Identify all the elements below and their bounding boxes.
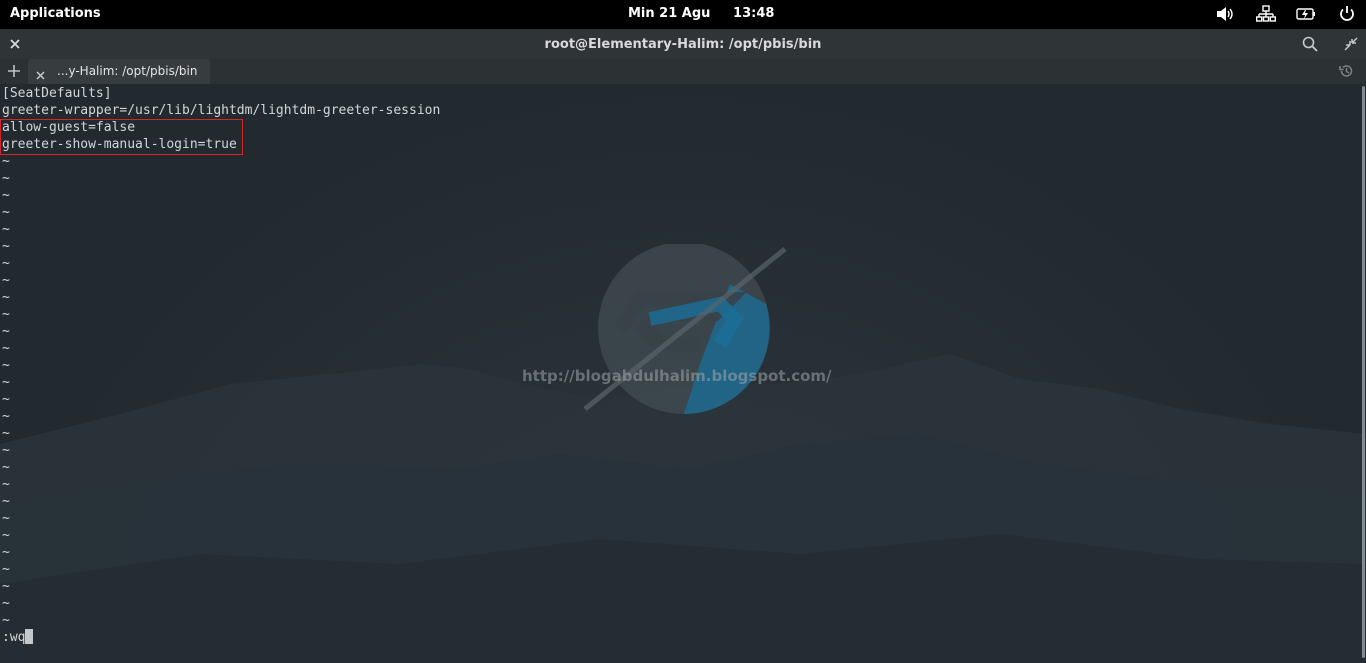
- empty-line-marker: ~: [2, 239, 10, 254]
- terminal-view[interactable]: http://blogabdulhalim.blogspot.com/ [Sea…: [0, 84, 1366, 663]
- watermark-logo: [583, 244, 787, 414]
- empty-line-marker: ~: [2, 222, 10, 237]
- file-line: [SeatDefaults]: [2, 86, 112, 101]
- command-text: :wq: [2, 630, 26, 645]
- text-cursor: [25, 629, 34, 644]
- empty-line-marker: ~: [2, 358, 10, 373]
- empty-line-marker: ~: [2, 528, 10, 543]
- network-icon[interactable]: [1255, 5, 1277, 23]
- empty-line-marker: ~: [2, 256, 10, 271]
- empty-line-marker: ~: [2, 426, 10, 441]
- tab-close-icon[interactable]: [35, 66, 46, 80]
- window-titlebar: root@Elementary-Halim: /opt/pbis/bin: [0, 29, 1366, 59]
- date-time[interactable]: Min 21 Agu 13:48: [628, 6, 774, 21]
- tab-label: ...y-Halim: /opt/pbis/bin: [57, 64, 198, 78]
- empty-line-marker: ~: [2, 290, 10, 305]
- empty-line-marker: ~: [2, 341, 10, 356]
- empty-line-marker: ~: [2, 154, 10, 169]
- empty-line-marker: ~: [2, 171, 10, 186]
- empty-line-marker: ~: [2, 375, 10, 390]
- empty-line-marker: ~: [2, 307, 10, 322]
- empty-line-marker: ~: [2, 477, 10, 492]
- tab-bar: ...y-Halim: /opt/pbis/bin: [0, 59, 1366, 84]
- empty-line-marker: ~: [2, 494, 10, 509]
- power-icon[interactable]: [1337, 5, 1357, 23]
- empty-line-marker: ~: [2, 511, 10, 526]
- tab-terminal[interactable]: ...y-Halim: /opt/pbis/bin: [28, 59, 210, 84]
- empty-line-marker: ~: [2, 579, 10, 594]
- empty-line-marker: ~: [2, 443, 10, 458]
- new-tab-icon[interactable]: [6, 63, 22, 79]
- empty-line-marker: ~: [2, 273, 10, 288]
- empty-line-marker: ~: [2, 205, 10, 220]
- empty-line-marker: ~: [2, 324, 10, 339]
- watermark-url: http://blogabdulhalim.blogspot.com/: [522, 367, 832, 385]
- file-line: greeter-wrapper=/usr/lib/lightdm/lightdm…: [2, 103, 441, 118]
- search-icon[interactable]: [1301, 35, 1319, 53]
- battery-icon[interactable]: [1296, 5, 1316, 23]
- empty-line-marker: ~: [2, 613, 10, 628]
- empty-line-marker: ~: [2, 188, 10, 203]
- volume-icon[interactable]: [1215, 5, 1235, 23]
- restore-icon[interactable]: [1342, 35, 1360, 53]
- empty-line-marker: ~: [2, 545, 10, 560]
- scrollbar[interactable]: [1362, 86, 1365, 658]
- empty-line-marker: ~: [2, 562, 10, 577]
- empty-line-marker: ~: [2, 460, 10, 475]
- highlight-box: [0, 119, 243, 155]
- history-icon[interactable]: [1338, 63, 1354, 79]
- window-title: root@Elementary-Halim: /opt/pbis/bin: [544, 37, 822, 52]
- empty-line-marker: ~: [2, 596, 10, 611]
- empty-line-marker: ~: [2, 392, 10, 407]
- command-line[interactable]: :wq: [2, 629, 34, 646]
- empty-line-marker: ~: [2, 409, 10, 424]
- top-panel: Applications Min 21 Agu 13:48: [0, 0, 1366, 29]
- applications-menu[interactable]: Applications: [10, 6, 101, 21]
